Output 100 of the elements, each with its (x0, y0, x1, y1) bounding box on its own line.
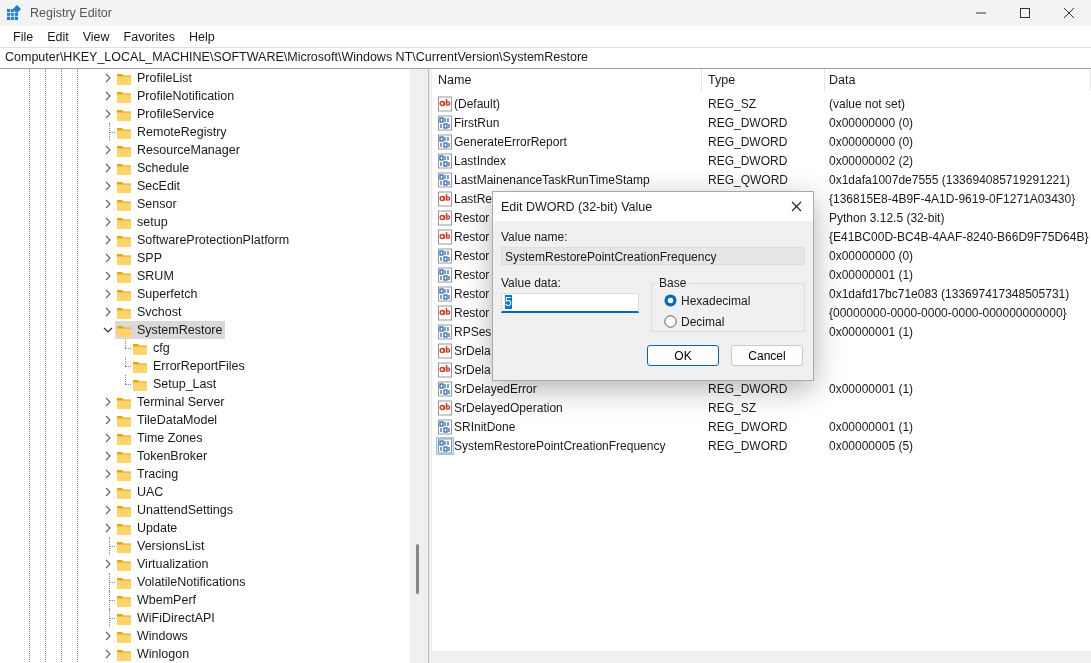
value-name[interactable]: Restor (437, 304, 490, 321)
tree-item[interactable]: SystemRestore (115, 321, 226, 339)
menu-item[interactable]: View (75, 29, 117, 44)
tree-item[interactable]: Terminal Server (115, 393, 228, 411)
tree-item[interactable]: Schedule (115, 159, 193, 177)
value-type: REG_SZ (707, 400, 757, 415)
value-data: {00000000-0000-0000-0000-000000000000} (828, 305, 1068, 320)
tree-item[interactable]: UnattendSettings (115, 501, 236, 519)
value-type: REG_DWORD (707, 381, 789, 396)
tree-item[interactable]: SecEdit (115, 177, 184, 195)
column-header[interactable]: Name (432, 69, 702, 91)
maximize-icon[interactable] (1020, 8, 1030, 18)
value-name[interactable]: LastIndex (437, 152, 507, 169)
value-type: REG_DWORD (707, 134, 789, 149)
value-data: 0x00000001 (1) (828, 381, 915, 396)
tree-item[interactable]: SoftwareProtectionPlatform (115, 231, 293, 249)
value-name[interactable]: Restor (437, 228, 490, 245)
tree-item[interactable]: Superfetch (115, 285, 201, 303)
value-name[interactable]: Restor (437, 285, 490, 302)
tree-item[interactable]: WbemPerf (115, 591, 200, 609)
value-data-field[interactable]: 5 (501, 293, 639, 313)
tree-item[interactable]: ErrorReportFiles (131, 357, 248, 375)
value-data: 0x00000001 (1) (828, 324, 915, 339)
tree-item[interactable]: TokenBroker (115, 447, 211, 465)
tree-item[interactable]: RemoteRegistry (115, 123, 230, 141)
value-name[interactable]: Restor (437, 209, 490, 226)
value-data: Python 3.12.5 (32-bit) (828, 210, 946, 225)
value-name[interactable]: LastMainenanceTaskRunTimeStamp (437, 171, 650, 188)
value-data: 0x00000000 (0) (828, 134, 915, 149)
tree-item[interactable]: Tracing (115, 465, 182, 483)
tree-item[interactable]: TileDataModel (115, 411, 221, 429)
tree-item[interactable]: cfg (131, 339, 173, 357)
value-data: 0x00000000 (0) (828, 115, 915, 130)
radio-option[interactable]: Hexadecimal (664, 290, 804, 311)
radio-option[interactable]: Decimal (664, 311, 804, 332)
menu-item[interactable]: Favorites (116, 29, 182, 44)
value-name[interactable]: RPSes (437, 323, 492, 340)
value-type: REG_DWORD (707, 438, 789, 453)
address-bar[interactable]: Computer\HKEY_LOCAL_MACHINE\SOFTWARE\Microsoft\Windows NT\CurrentVersion\SystemRestore (0, 48, 1091, 66)
value-name[interactable]: LastRe (437, 190, 493, 207)
value-data: (value not set) (828, 96, 907, 111)
value-name[interactable]: FirstRun (437, 114, 500, 131)
field-label: Value data: (501, 276, 562, 290)
tree-item[interactable]: VolatileNotifications (115, 573, 249, 591)
tree-item[interactable]: ProfileList (115, 69, 195, 87)
value-name[interactable]: Restor (437, 266, 490, 283)
value-data: 0x00000000 (0) (828, 248, 915, 263)
menu-item[interactable]: Help (182, 29, 222, 44)
value-type: REG_DWORD (707, 419, 789, 434)
dialog-button[interactable]: Cancel (731, 345, 803, 366)
value-name[interactable]: SrDela (437, 361, 491, 378)
tree-item[interactable]: Time Zones (115, 429, 206, 447)
tree-item[interactable]: Windows (115, 627, 191, 645)
value-name[interactable]: Restor (437, 247, 490, 264)
field-label: Value name: (501, 230, 569, 244)
tree-item[interactable]: Virtualization (115, 555, 212, 573)
tree-item[interactable]: setup (115, 213, 171, 231)
value-type: REG_DWORD (707, 153, 789, 168)
group-label: Base (658, 276, 688, 290)
value-name-field[interactable]: SystemRestorePointCreationFrequency (501, 247, 805, 265)
window-title: Registry Editor (30, 6, 112, 20)
value-data: 0x00000001 (1) (828, 419, 915, 434)
value-name[interactable]: GenerateErrorReport (437, 133, 567, 150)
column-header[interactable]: Type (702, 69, 825, 91)
tree-item[interactable]: Setup_Last (131, 375, 220, 393)
value-name[interactable]: SrDela (437, 342, 491, 359)
value-data: 0x00000002 (2) (828, 153, 915, 168)
tree-item[interactable]: ProfileService (115, 105, 218, 123)
close-icon[interactable] (1064, 8, 1074, 18)
scrollbar-thumb[interactable] (416, 544, 419, 594)
tree-item[interactable]: ResourceManager (115, 141, 243, 159)
value-type: REG_SZ (707, 96, 757, 111)
tree-item[interactable]: Winlogon (115, 645, 193, 663)
value-data: 0x00000005 (5) (828, 438, 915, 453)
value-type: REG_QWORD (707, 172, 789, 187)
value-name[interactable]: SystemRestorePointCreationFrequency (437, 437, 666, 454)
column-header[interactable]: Data (825, 69, 1091, 91)
menu-item[interactable]: Edit (40, 29, 76, 44)
registry-icon (6, 5, 22, 21)
value-data: 0x00000001 (1) (828, 267, 915, 282)
value-name[interactable]: (Default) (437, 95, 500, 112)
dialog-button[interactable]: OK (647, 345, 719, 366)
menu-item[interactable]: File (6, 29, 41, 44)
value-data: 0x1dafa1007de7555 (133694085719291221) (828, 172, 1071, 187)
tree-item[interactable]: WiFiDirectAPI (115, 609, 218, 627)
tree-item[interactable]: VersionsList (115, 537, 208, 555)
tree-item[interactable]: Svchost (115, 303, 185, 321)
value-name[interactable]: SrDelayedOperation (437, 399, 563, 416)
tree-item[interactable]: SPP (115, 249, 165, 267)
value-name[interactable]: SRInitDone (437, 418, 516, 435)
tree-item[interactable]: Update (115, 519, 181, 537)
dialog-title: Edit DWORD (32-bit) Value (501, 199, 653, 214)
value-name[interactable]: SrDelayedError (437, 380, 537, 397)
value-data: {E41BC00D-BC4B-4AAF-8240-B66D9F75D64B} (828, 229, 1090, 244)
tree-item[interactable]: SRUM (115, 267, 177, 285)
tree-item[interactable]: UAC (115, 483, 167, 501)
value-data: 0x1dafd17bc71e083 (133697417348505731) (828, 286, 1071, 301)
close-icon[interactable] (791, 201, 802, 212)
tree-item[interactable]: ProfileNotification (115, 87, 238, 105)
tree-item[interactable]: Sensor (115, 195, 180, 213)
